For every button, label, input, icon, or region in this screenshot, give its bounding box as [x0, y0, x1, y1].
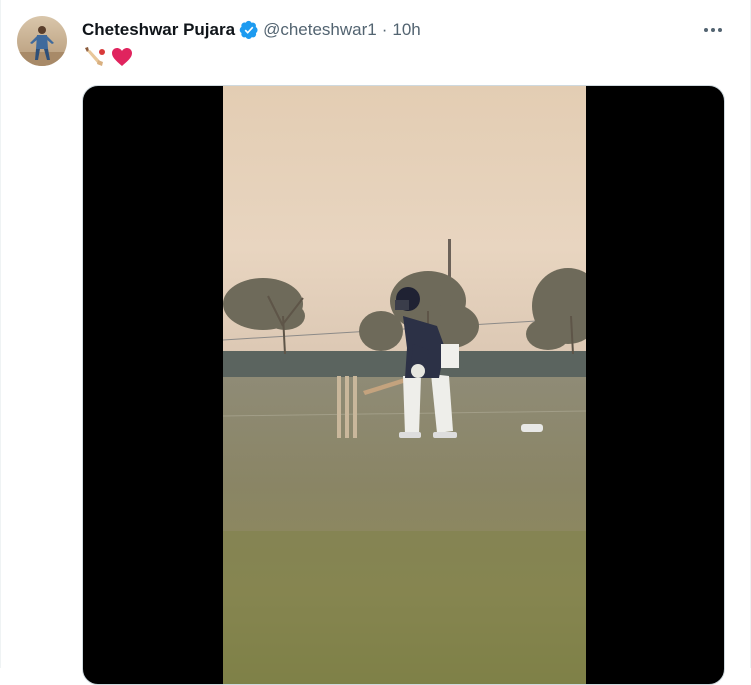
- tweet-text: [82, 44, 134, 70]
- verified-badge-icon[interactable]: [239, 20, 259, 40]
- cricket-bat-emoji: [82, 45, 106, 69]
- timestamp[interactable]: 10h: [392, 20, 420, 40]
- tweet-video[interactable]: [82, 85, 725, 685]
- separator-dot: ·: [381, 20, 388, 39]
- red-heart-emoji: [110, 45, 134, 69]
- more-horizontal-icon: [704, 28, 722, 32]
- video-frame: [223, 86, 586, 684]
- tweet-card[interactable]: Cheteshwar Pujara @cheteshwar1 · 10h: [0, 0, 751, 685]
- avatar[interactable]: [17, 16, 67, 66]
- author-handle[interactable]: @cheteshwar1: [263, 20, 377, 40]
- more-button[interactable]: [700, 18, 726, 42]
- tweet-header: Cheteshwar Pujara @cheteshwar1 · 10h: [82, 19, 421, 41]
- display-name[interactable]: Cheteshwar Pujara: [82, 20, 235, 40]
- avatar-image: [17, 16, 67, 66]
